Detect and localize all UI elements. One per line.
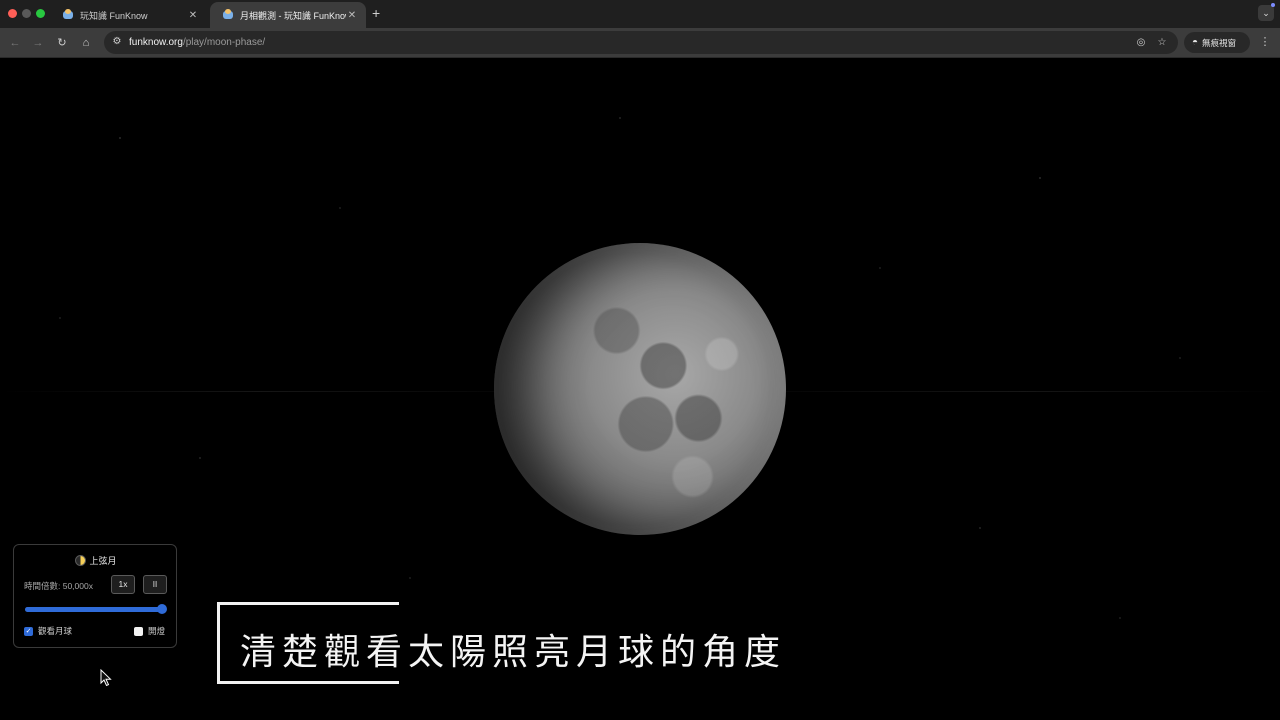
phase-name: 上弦月 xyxy=(89,556,117,566)
moon-scene-canvas[interactable] xyxy=(0,58,1280,720)
window-maximize-button[interactable] xyxy=(36,9,45,18)
window-close-button[interactable] xyxy=(8,9,17,18)
incognito-label: 無痕視窗 xyxy=(1202,37,1237,48)
new-tab-plus-icon[interactable]: + xyxy=(372,6,380,20)
slider-thumb[interactable] xyxy=(157,604,167,614)
eye-slash-icon[interactable]: ◎ xyxy=(1134,36,1148,50)
tab-close-icon[interactable]: ✕ xyxy=(346,10,358,21)
time-multiplier-label: 時間倍數: 50,000x xyxy=(24,581,93,591)
phase-row: 上弦月 xyxy=(14,554,178,567)
lights-toggle[interactable]: 開燈 xyxy=(134,625,165,637)
speed-reset-button[interactable]: 1x xyxy=(111,575,135,594)
incognito-badge[interactable]: ◓ 無痕視窗 xyxy=(1184,32,1250,53)
home-icon[interactable]: ⌂ xyxy=(78,35,94,51)
site-info-icon[interactable]: ⚙ xyxy=(111,36,123,48)
back-arrow-icon[interactable]: ← xyxy=(7,35,23,51)
first-quarter-moon-icon xyxy=(75,555,87,566)
forward-arrow-icon[interactable]: → xyxy=(30,35,46,51)
window-minimize-button[interactable] xyxy=(22,9,31,18)
more-menu-icon[interactable]: ⋮ xyxy=(1258,35,1272,51)
reload-icon[interactable]: ↻ xyxy=(54,35,70,51)
tab-title: 玩知識 FunKnow xyxy=(80,10,148,21)
tab-close-icon[interactable]: ✕ xyxy=(187,10,199,21)
time-speed-slider[interactable] xyxy=(25,604,167,614)
tab-bar: 玩知識 FunKnow ✕ 月相觀測 - 玩知識 FunKnow ✕ + ⌄ xyxy=(0,0,1280,28)
address-bar[interactable]: ⚙ funknow.org/play/moon-phase/ ◎ ☆ xyxy=(104,31,1178,54)
view-moon-toggle[interactable]: ✓ 觀看月球 xyxy=(24,625,72,637)
tab-search-chevron-icon[interactable]: ⌄ xyxy=(1258,5,1274,21)
moon-sphere xyxy=(494,243,786,535)
bookmark-star-icon[interactable]: ☆ xyxy=(1155,36,1169,50)
url-text[interactable]: funknow.org/play/moon-phase/ xyxy=(129,37,265,48)
lights-label: 開燈 xyxy=(148,626,166,636)
pause-button[interactable]: II xyxy=(143,575,167,594)
tab-title: 月相觀測 - 玩知識 FunKnow xyxy=(240,10,346,21)
view-moon-checkbox[interactable]: ✓ xyxy=(24,626,33,636)
tab-funknow[interactable]: 玩知識 FunKnow ✕ xyxy=(50,2,207,28)
funknow-favicon-icon xyxy=(222,9,234,21)
control-panel: 上弦月 時間倍數: 50,000x 1x II ✓ 觀看月球 開燈 xyxy=(13,544,177,648)
browser-toolbar: ← → ↻ ⌂ ⚙ funknow.org/play/moon-phase/ ◎… xyxy=(0,28,1280,58)
slider-fill xyxy=(25,607,162,612)
notification-dot xyxy=(1271,3,1275,7)
caption-text: 清楚觀看太陽照亮月球的角度 xyxy=(240,632,787,673)
view-moon-label: 觀看月球 xyxy=(38,626,73,636)
funknow-favicon-icon xyxy=(62,9,74,21)
tab-moon-phase[interactable]: 月相觀測 - 玩知識 FunKnow ✕ xyxy=(210,2,366,28)
incognito-icon: ◓ xyxy=(1192,37,1199,48)
lights-checkbox[interactable] xyxy=(134,626,143,636)
mouse-cursor-icon xyxy=(100,669,112,687)
